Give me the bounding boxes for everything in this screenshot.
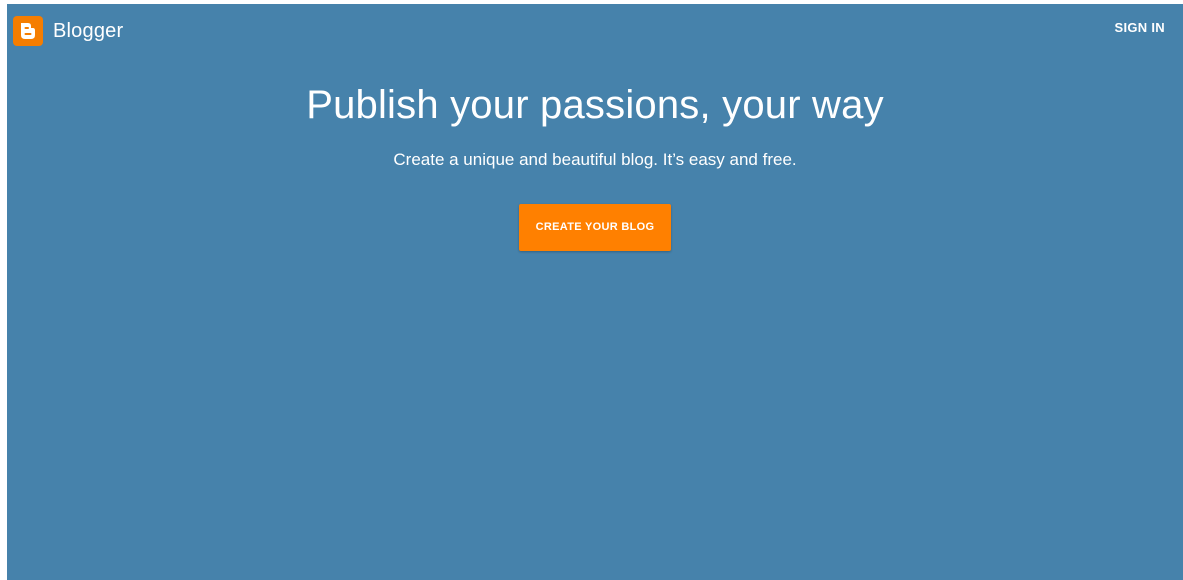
hero-subheadline: Create a unique and beautiful blog. It’s… (393, 150, 797, 169)
hero-section: Publish your passions, your way Create a… (7, 80, 1183, 251)
create-blog-button[interactable]: CREATE YOUR BLOG (519, 204, 671, 251)
page-background: Blogger SIGN IN Publish your passions, y… (7, 4, 1183, 580)
brand-name: Blogger (53, 20, 124, 42)
blogger-home-link[interactable]: Blogger (13, 16, 123, 46)
hero-headline: Publish your passions, your way (306, 83, 884, 127)
blogger-logo-icon (13, 16, 43, 46)
sign-in-link[interactable]: SIGN IN (1115, 20, 1166, 35)
top-bar: Blogger SIGN IN (7, 4, 1183, 50)
